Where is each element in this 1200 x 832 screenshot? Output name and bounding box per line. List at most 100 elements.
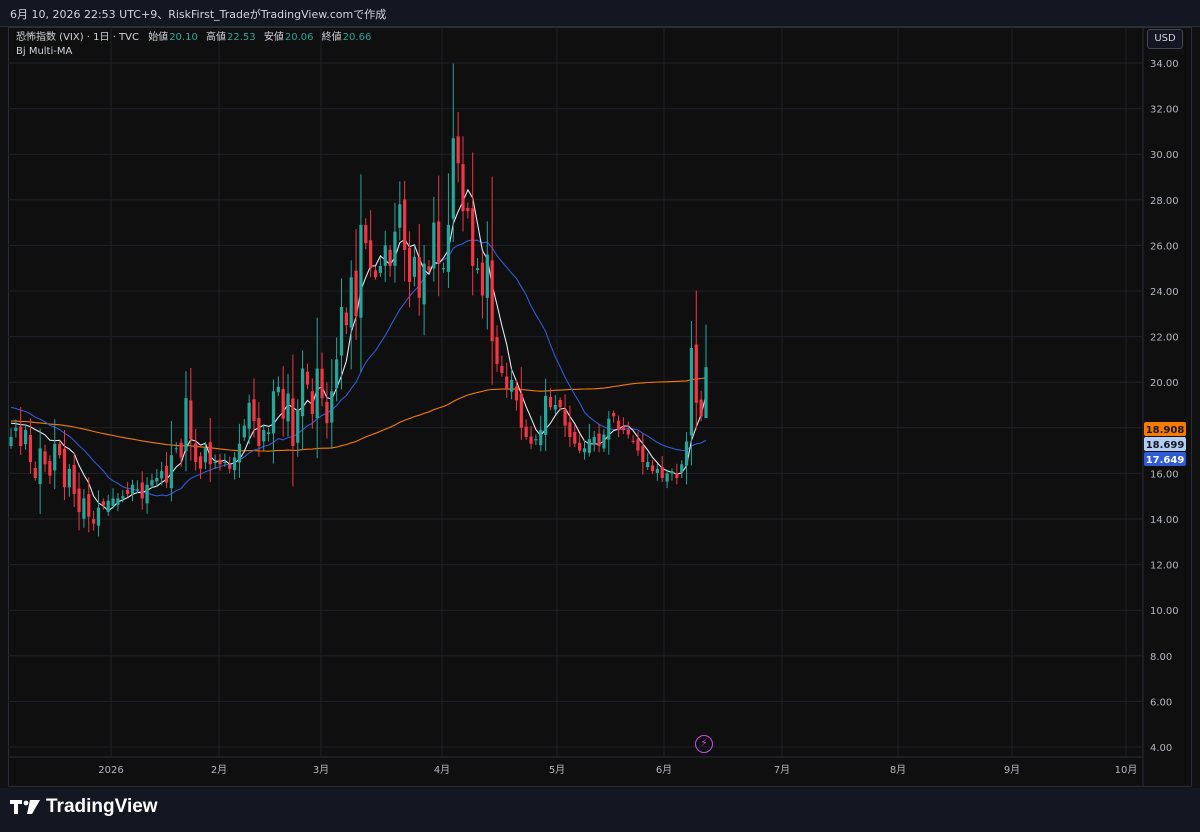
candle-body (14, 427, 18, 431)
candle-body (539, 430, 543, 446)
candle-body (184, 398, 188, 451)
indicator-label[interactable]: Bj Multi-MA (16, 45, 376, 59)
candle-body (451, 138, 455, 219)
candle-body (364, 225, 368, 244)
candle-body (602, 434, 606, 449)
candle-body (597, 433, 601, 447)
candle-body (126, 489, 130, 494)
y-tick-label: 28.00 (1150, 196, 1179, 207)
candle-body (320, 368, 324, 399)
close-label: 終値 (321, 32, 342, 43)
candle-body (631, 440, 635, 442)
candle-body (121, 496, 125, 499)
brand-name: TradingView (46, 796, 158, 817)
candle-body (471, 208, 475, 266)
candle-body (456, 136, 460, 164)
price-badge-label: 17.649 (1146, 455, 1185, 466)
candle-body (130, 484, 135, 494)
candle-body (150, 480, 154, 486)
candle-body (422, 263, 426, 305)
x-tick-label: 6月 (656, 764, 672, 776)
candle-body (373, 270, 378, 278)
y-tick-label: 30.00 (1150, 150, 1179, 161)
y-tick-label: 14.00 (1150, 515, 1179, 526)
candle-body (237, 443, 242, 463)
candle-body (194, 443, 198, 462)
candle-body (544, 395, 548, 435)
low-label: 安値 (263, 32, 284, 43)
candle-body (262, 430, 266, 442)
candle-body (33, 467, 37, 478)
candle-body (670, 471, 674, 474)
candle-body (247, 402, 251, 429)
candle-body (398, 204, 402, 228)
candle-body (616, 420, 621, 431)
candle-body (82, 498, 86, 519)
candle-body (432, 222, 436, 269)
x-tick-label: 3月 (313, 764, 329, 776)
y-tick-label: 24.00 (1150, 287, 1179, 298)
candle-body (505, 376, 509, 390)
symbol-label[interactable]: 恐怖指数 (VIX) · 1日 · TVC (16, 32, 139, 43)
candle-body (189, 400, 193, 440)
candle-body (169, 455, 173, 489)
candle-body (578, 442, 582, 451)
candle-body (271, 391, 276, 434)
y-tick-label: 6.00 (1150, 697, 1172, 708)
candle-body (568, 422, 572, 437)
candle-body (612, 412, 616, 417)
candle-body (480, 262, 485, 296)
candle-body (179, 442, 183, 458)
candle-body (665, 473, 669, 482)
candle-body (208, 442, 212, 465)
candle-body (660, 467, 664, 478)
candle-body (296, 409, 300, 443)
candle-body (164, 465, 169, 483)
candle-body (242, 425, 246, 438)
candle-body (704, 367, 708, 419)
chart-caption: 6月 10, 2026 22:53 UTC+9、RiskFirst_Tradeが… (10, 8, 387, 21)
candle-body (495, 337, 499, 364)
currency-button[interactable]: USD (1147, 29, 1183, 49)
candle-body (67, 468, 71, 488)
candle-body (48, 461, 52, 476)
y-tick-label: 4.00 (1150, 743, 1172, 754)
candle-body (529, 436, 533, 444)
candle-body (475, 268, 480, 271)
candle-body (335, 359, 339, 389)
candle-body (77, 488, 81, 513)
candle-body (266, 432, 271, 434)
y-tick-label: 16.00 (1150, 469, 1179, 480)
open-value: 20.10 (169, 32, 198, 43)
candle-body (621, 426, 625, 431)
candle-body (232, 457, 237, 471)
candle-body (437, 221, 441, 264)
y-tick-label: 32.00 (1150, 105, 1179, 116)
candle-body (228, 464, 232, 469)
candle-body (344, 312, 348, 326)
candle-body (286, 393, 290, 422)
tradingview-brand[interactable]: TradingView (10, 796, 158, 818)
candle-body (403, 199, 407, 250)
candle-body (417, 257, 421, 298)
candle-body (92, 519, 96, 524)
chart-legend: 恐怖指数 (VIX) · 1日 · TVC 始値20.10 高値22.53 安値… (16, 31, 376, 59)
y-tick-label: 8.00 (1150, 652, 1172, 663)
candle-body (500, 365, 504, 374)
grid-lines (8, 27, 1144, 787)
candle-body (582, 448, 587, 453)
candle-body (553, 405, 557, 410)
candle-body (446, 224, 451, 272)
candle-body (466, 207, 470, 212)
candle-body (38, 448, 42, 485)
price-chart[interactable]: 2026 2月 3月 4月 5月 6月 7月 8月 9月 10月 34.00 32.00 30.00 2… (8, 27, 1192, 787)
candle-body (28, 435, 33, 462)
close-value: 20.66 (342, 32, 372, 43)
candle-body (655, 468, 659, 474)
candle-body (116, 498, 120, 505)
candle-body (160, 471, 164, 479)
y-tick-label: 12.00 (1150, 561, 1179, 572)
candle-body (218, 459, 222, 465)
lightning-icon[interactable]: ⚡ (695, 735, 713, 753)
candle-body (548, 396, 553, 408)
